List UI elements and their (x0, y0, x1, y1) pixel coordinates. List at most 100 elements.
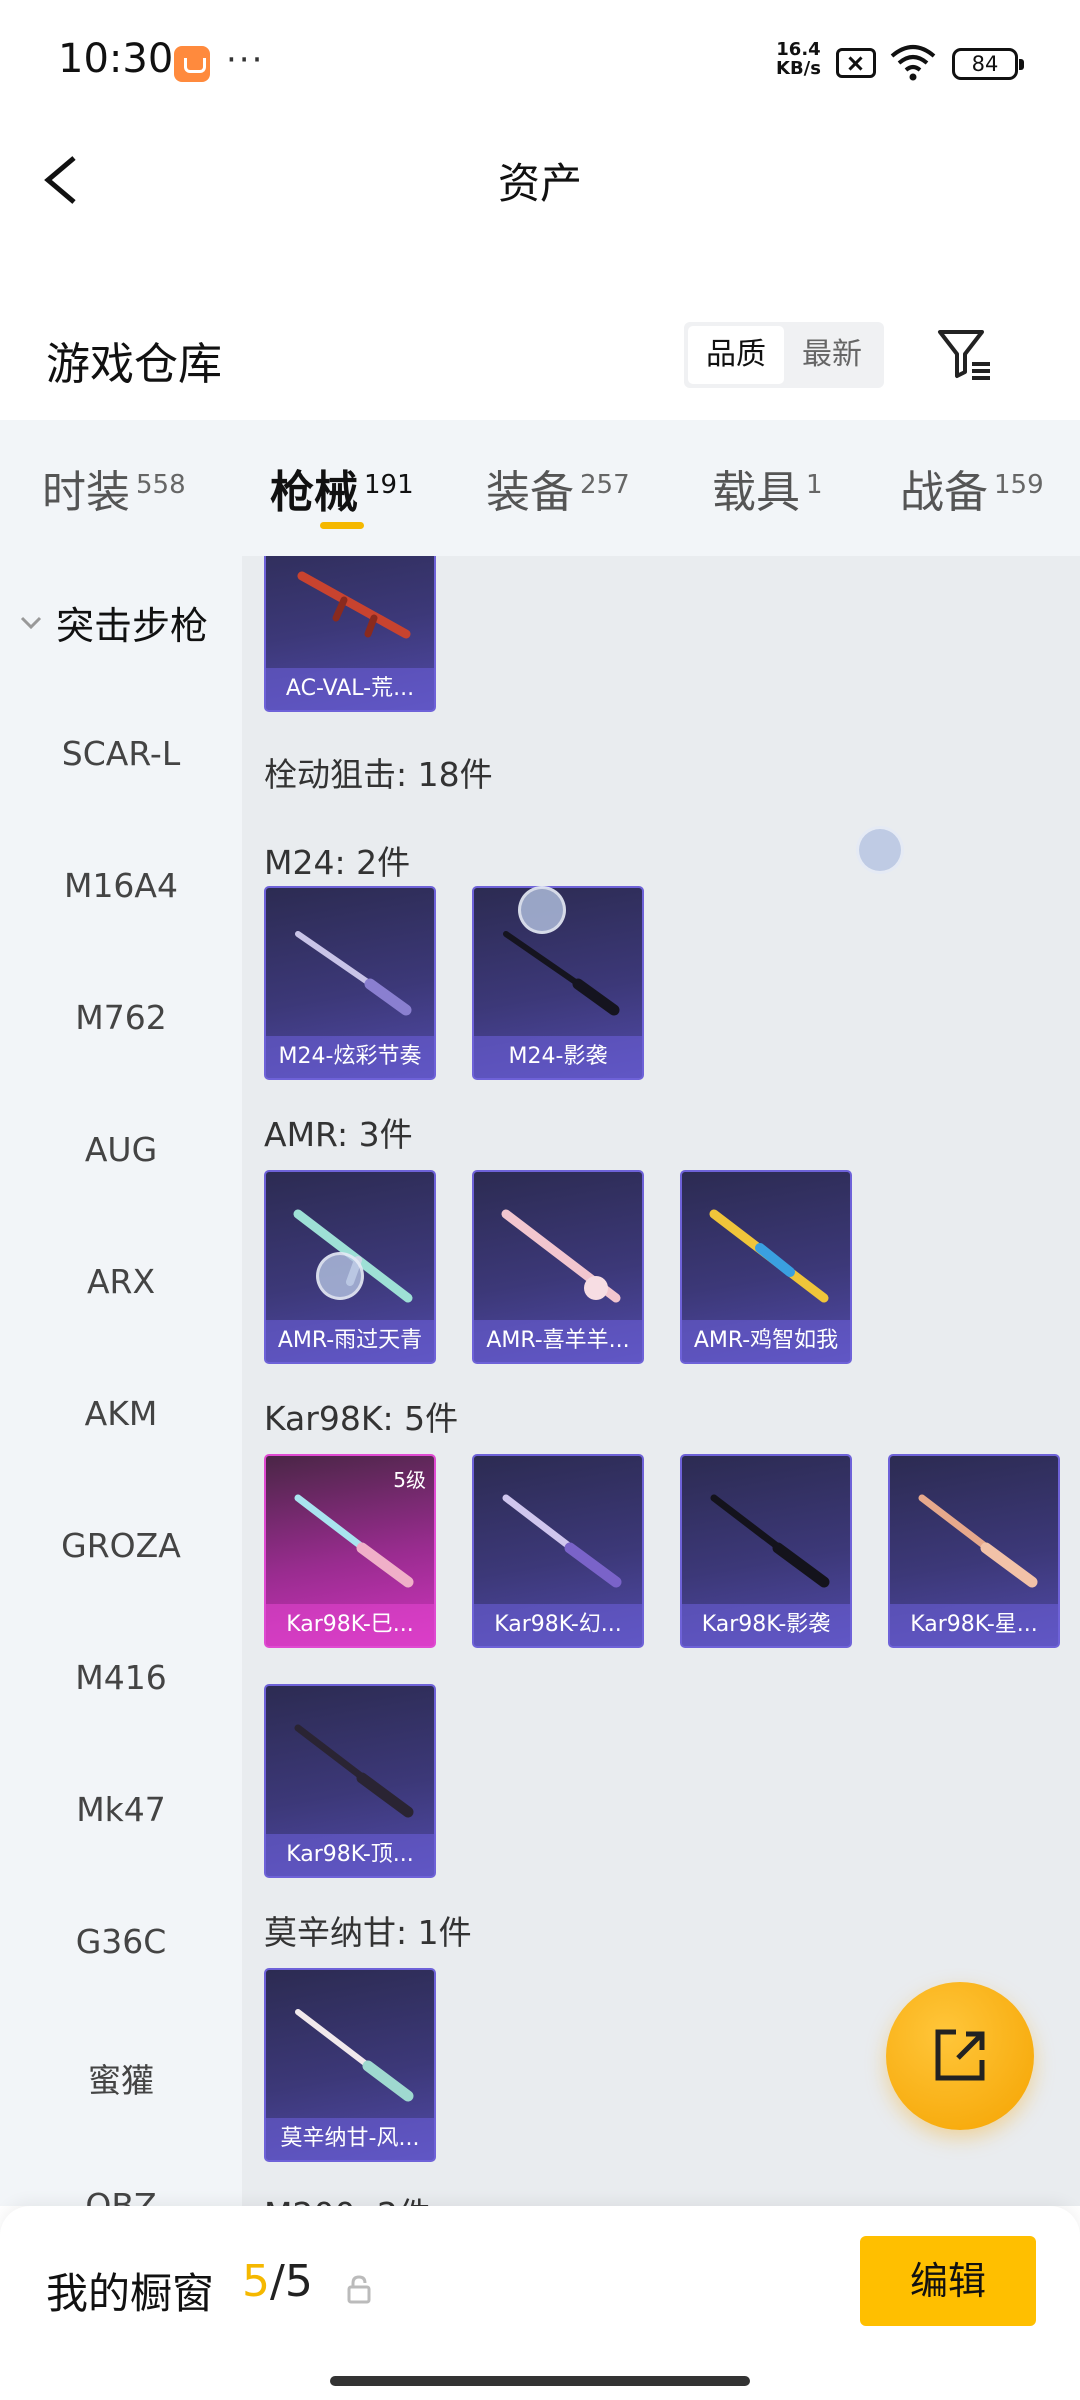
tab-count: 1 (806, 470, 823, 500)
weapon-grid: AC-VAL-荒... 栓动狙击: 18件 M24: 2件 M24-炫彩节奏 M… (242, 556, 1080, 2206)
weapon-card-name: Kar98K-巳... (266, 1604, 434, 1646)
tab-equipment[interactable]: 装备 257 (486, 420, 630, 556)
share-external-icon (935, 2029, 985, 2081)
tab-label: 装备 (486, 467, 574, 518)
sidebar-group-assault-rifles[interactable]: 突击步枪 (18, 592, 208, 652)
weapon-card[interactable]: AMR-喜羊羊... (472, 1170, 644, 1364)
showcase-label: 我的橱窗 (46, 2269, 215, 2318)
sidebar-item-g36c[interactable]: G36C (0, 1922, 242, 1961)
sort-toggle: 品质 最新 (684, 322, 884, 388)
warehouse-bar: 游戏仓库 品质 最新 (0, 300, 1080, 410)
sidebar-item-aug[interactable]: AUG (0, 1130, 242, 1169)
weapon-card[interactable]: Kar98K-幻... (472, 1454, 644, 1648)
page-title: 资产 (497, 159, 582, 208)
chevron-down-icon (20, 616, 42, 630)
showcase-total: 5 (284, 2256, 313, 2307)
more-notifications-indicator: ··· (226, 40, 265, 80)
weapon-group-label: Kar98K: 5件 (264, 1399, 459, 1438)
category-header: 栓动狙击: 18件 (264, 755, 493, 794)
rifle-icon (295, 931, 412, 1016)
tab-count: 159 (994, 470, 1044, 500)
rifle-icon (295, 2009, 414, 2102)
edit-button[interactable]: 编辑 (860, 2236, 1036, 2326)
weapon-card-name: Kar98K-顶... (266, 1834, 434, 1876)
filter-icon[interactable] (934, 324, 994, 384)
warehouse-title: 游戏仓库 (46, 339, 222, 390)
weapon-card-name: AC-VAL-荒... (266, 668, 434, 710)
weapon-card[interactable]: AC-VAL-荒... (264, 556, 436, 712)
weapon-group-label: AMR: 3件 (264, 1115, 413, 1154)
sidebar-item-m762[interactable]: M762 (0, 998, 242, 1037)
rifle-icon (709, 1209, 829, 1303)
weapon-card[interactable]: AMR-鸡智如我 (680, 1170, 852, 1364)
share-button[interactable] (886, 1982, 1034, 2130)
weapon-group-label: M200: 2件 (264, 2188, 431, 2206)
status-bar: 10:30 ··· 16.4 KB/s 84 (0, 0, 1080, 120)
sidebar-item-mk47[interactable]: Mk47 (0, 1790, 242, 1829)
weapon-card[interactable]: Kar98K-顶... (264, 1684, 436, 1878)
weapon-type-sidebar: 突击步枪 SCAR-L M16A4 M762 AUG ARX AKM GROZA… (0, 556, 242, 2206)
no-sim-icon (836, 48, 876, 78)
weapon-card-name: Kar98K-影袭 (682, 1604, 850, 1646)
tab-count: 558 (136, 470, 186, 500)
rifle-icon (294, 1494, 414, 1588)
network-speed-unit: KB/s (776, 58, 821, 79)
sidebar-item-m16a4[interactable]: M16A4 (0, 866, 242, 905)
tab-label: 载具 (712, 467, 800, 518)
network-speed: 16.4 KB/s (776, 40, 821, 78)
category-tabs: 时装 558 枪械 191 装备 257 载具 1 战备 159 (0, 420, 1080, 556)
tab-label: 时装 (42, 467, 130, 518)
tab-vehicles[interactable]: 载具 1 (712, 420, 823, 556)
sidebar-group-label: 突击步枪 (56, 603, 209, 648)
sidebar-item-qbz[interactable]: QBZ (0, 2186, 242, 2206)
lock-icon (347, 2275, 371, 2304)
weapon-card-name: AMR-喜羊羊... (474, 1320, 642, 1362)
weapon-group-label: M24: 2件 (264, 843, 411, 882)
weapon-card-name: 莫辛纳甘-风... (266, 2118, 434, 2160)
sidebar-item-m416[interactable]: M416 (0, 1658, 242, 1697)
sidebar-item-groza[interactable]: GROZA (0, 1526, 242, 1565)
touch-indicator (856, 826, 904, 874)
weapon-card[interactable]: Kar98K-影袭 (680, 1454, 852, 1648)
tab-firearms[interactable]: 枪械 191 (270, 420, 414, 556)
weapon-group-label: 莫辛纳甘: 1件 (264, 1913, 472, 1952)
weapon-card-name: AMR-雨过天青 (266, 1320, 434, 1362)
weapon-card-name: M24-炫彩节奏 (266, 1036, 434, 1078)
rifle-icon (297, 571, 411, 639)
weapon-card-name: Kar98K-幻... (474, 1604, 642, 1646)
battery-icon: 84 (952, 48, 1024, 80)
app-notification-icon (174, 46, 210, 82)
showcase-count: 5/5 (242, 2256, 313, 2307)
rifle-icon (294, 1724, 414, 1818)
rifle-icon (293, 1209, 413, 1303)
sidebar-item-scar-l[interactable]: SCAR-L (0, 734, 242, 773)
sidebar-item-akm[interactable]: AKM (0, 1394, 242, 1433)
sort-newest-option[interactable]: 最新 (784, 326, 880, 384)
sort-quality-option[interactable]: 品质 (688, 326, 784, 384)
wifi-icon (890, 45, 936, 81)
sidebar-item-honey-badger[interactable]: 蜜獾 (0, 2054, 242, 2102)
tab-count: 191 (364, 470, 414, 500)
rifle-icon (710, 1494, 830, 1588)
weapon-card[interactable]: 5级 Kar98K-巳... (264, 1454, 436, 1648)
weapon-card-name: AMR-鸡智如我 (682, 1320, 850, 1362)
weapon-card-name: Kar98K-星... (890, 1604, 1058, 1646)
app-header: 资产 (0, 120, 1080, 240)
weapon-card[interactable]: 莫辛纳甘-风... (264, 1968, 436, 2162)
weapon-card-name: M24-影袭 (474, 1036, 642, 1078)
sidebar-item-arx[interactable]: ARX (0, 1262, 242, 1301)
tab-supplies[interactable]: 战备 159 (900, 420, 1044, 556)
showcase-bar: 我的橱窗 5/5 编辑 (0, 2206, 1080, 2400)
weapon-card[interactable]: M24-炫彩节奏 (264, 886, 436, 1080)
tab-label: 枪械 (270, 467, 358, 518)
tab-fashion[interactable]: 时装 558 (42, 420, 186, 556)
tab-label: 战备 (900, 467, 988, 518)
status-time: 10:30 (58, 36, 174, 82)
rifle-icon (918, 1494, 1038, 1588)
showcase-separator: / (270, 2256, 285, 2307)
network-speed-value: 16.4 (776, 39, 821, 60)
rifle-icon (502, 1494, 622, 1588)
home-indicator[interactable] (330, 2376, 750, 2386)
weapon-card[interactable]: Kar98K-星... (888, 1454, 1060, 1648)
tab-count: 257 (580, 470, 630, 500)
